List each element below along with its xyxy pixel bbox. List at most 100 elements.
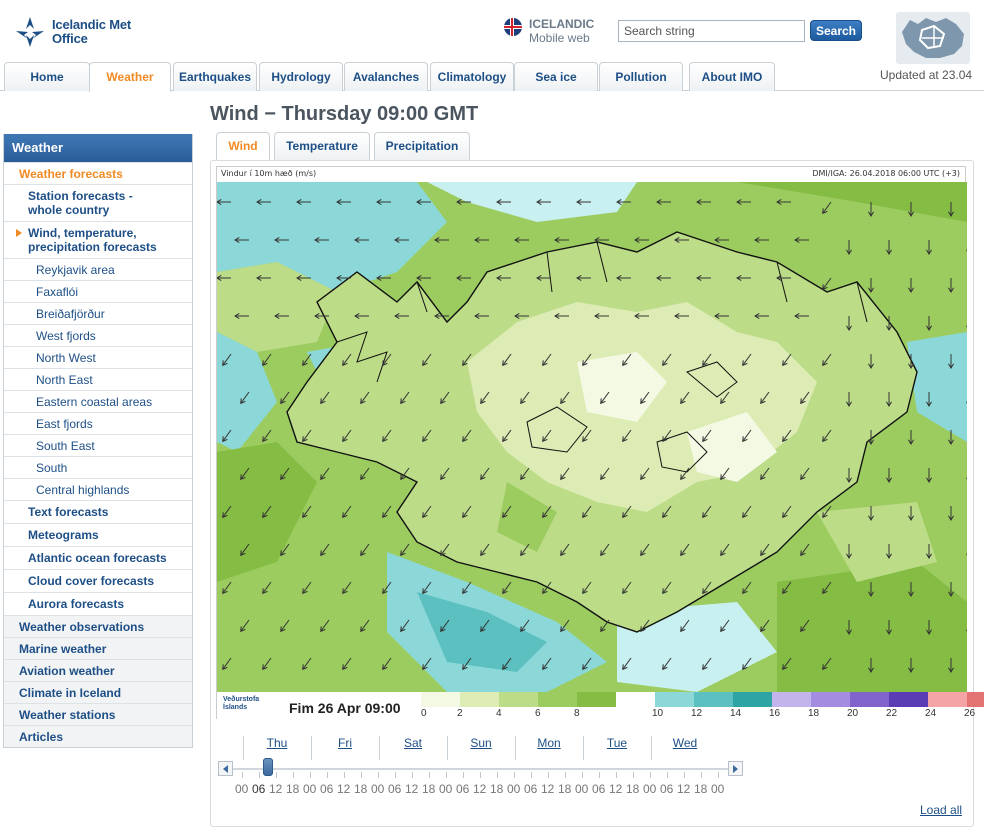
iceland-map-thumbnail[interactable] [896,12,970,64]
legend-swatch [655,692,694,707]
mobile-title: ICELANDIC [529,17,595,31]
timeline-hour-label[interactable]: 06 [388,782,401,796]
timeline-hour-label[interactable]: 18 [626,782,639,796]
timeline-hour-label[interactable]: 00 [439,782,452,796]
day-link-mon[interactable]: Mon [515,736,583,758]
sidebar-item-central-highlands[interactable]: Central highlands [4,478,192,500]
timeline-hour-label[interactable]: 12 [541,782,554,796]
sidebar-item-cloud-cover-forecasts[interactable]: Cloud cover forecasts [4,569,192,592]
timeline-hour-label[interactable]: 00 [507,782,520,796]
sidebar-item-atlantic-ocean-forecasts[interactable]: Atlantic ocean forecasts [4,546,192,569]
sidebar-list: Weather forecasts Station forecasts - who… [4,162,192,747]
timeline-hour-label[interactable]: 06 [660,782,673,796]
timeline-hour-label[interactable]: 00 [643,782,656,796]
sidebar-item-aviation-weather[interactable]: Aviation weather [4,659,192,681]
sidebar-item-eastern-coastal-areas[interactable]: Eastern coastal areas [4,390,192,412]
sidebar-item-weather-observations[interactable]: Weather observations [4,615,192,637]
sidebar-item-climate-in-iceland[interactable]: Climate in Iceland [4,681,192,703]
sidebar-item-faxafl-i[interactable]: Faxaflói [4,280,192,302]
timeline-hour-label[interactable]: 00 [303,782,316,796]
timeline-hour-label[interactable]: 00 [575,782,588,796]
timeline-hour-label[interactable]: 06 [252,782,265,796]
timeline-hour-label[interactable]: 12 [609,782,622,796]
sidebar-item-text-forecasts[interactable]: Text forecasts [4,500,192,523]
sidebar-item-wind-temperature-precipitation-forecasts[interactable]: Wind, temperature, precipitation forecas… [4,221,192,258]
sidebar-item-aurora-forecasts[interactable]: Aurora forecasts [4,592,192,615]
sidebar-item-weather-stations[interactable]: Weather stations [4,703,192,725]
sidebar-item-west-fjords[interactable]: West fjords [4,324,192,346]
timeline-hour-label[interactable]: 06 [456,782,469,796]
day-link-fri[interactable]: Fri [311,736,379,758]
sidebar-item-label: Weather forecasts [19,167,123,181]
timeline-tick [531,772,532,778]
timeline-hour-label[interactable]: 00 [371,782,384,796]
sidebar-item-marine-weather[interactable]: Marine weather [4,637,192,659]
day-link-sun[interactable]: Sun [447,736,515,758]
timeline-track[interactable] [230,768,738,770]
mobile-web-link[interactable]: ICELANDIC Mobile web [504,17,594,45]
timeline-hour-label[interactable]: 18 [490,782,503,796]
timeline-hour-label[interactable]: 18 [558,782,571,796]
load-all-link[interactable]: Load all [920,803,962,817]
tab-temperature[interactable]: Temperature [274,132,370,160]
legend-swatch [577,692,616,707]
timeline-hour-label[interactable]: 12 [269,782,282,796]
nav-avalanches[interactable]: Avalanches [344,62,428,91]
sidebar-item-south[interactable]: South [4,456,192,478]
timeline-hour-label[interactable]: 18 [694,782,707,796]
nav-hydrology[interactable]: Hydrology [259,62,343,91]
day-link-sat[interactable]: Sat [379,736,447,758]
timeline-next-button[interactable] [728,761,743,776]
arrow-right-icon [733,765,738,773]
sidebar-title: Weather [4,134,192,162]
timeline-hour-label[interactable]: 12 [473,782,486,796]
sidebar-item-label: Cloud cover forecasts [28,574,155,588]
day-link-wed[interactable]: Wed [651,736,719,758]
nav-about-imo[interactable]: About IMO [689,62,775,91]
timeline-tick [599,772,600,778]
legend-value: 22 [886,708,898,719]
sidebar-item-articles[interactable]: Articles [4,725,192,747]
timeline-hour-label[interactable]: 00 [711,782,724,796]
sidebar-item-label: South East [36,439,95,453]
nav-climatology[interactable]: Climatology [430,62,514,91]
timeline-slider-handle[interactable] [263,758,273,776]
search-input[interactable] [618,20,805,42]
legend-value: 8 [574,708,580,719]
nav-weather[interactable]: Weather [89,62,171,92]
tab-precipitation[interactable]: Precipitation [374,132,470,160]
wind-map[interactable]: Vindur í 10m hæð (m/s) DMI/IGA: 26.04.20… [216,166,984,720]
timeline-hour-label[interactable]: 06 [592,782,605,796]
forecast-timeline[interactable]: Thu Fri Sat Sun Mon Tue Wed 00 06 12 18 00 06 12 18 00… [216,736,746,806]
tab-wind[interactable]: Wind [216,132,270,161]
day-link-tue[interactable]: Tue [583,736,651,758]
nav-earthquakes[interactable]: Earthquakes [173,62,257,91]
timeline-tick [446,772,447,778]
nav-home[interactable]: Home [4,62,90,91]
timeline-prev-button[interactable] [218,761,233,776]
sidebar-item-meteograms[interactable]: Meteograms [4,523,192,546]
sidebar-item-north-west[interactable]: North West [4,346,192,368]
day-link-thu[interactable]: Thu [243,736,311,758]
sidebar-item-reykjavik-area[interactable]: Reykjavik area [4,258,192,280]
timeline-hour-label[interactable]: 06 [320,782,333,796]
timeline-hour-label[interactable]: 12 [405,782,418,796]
timeline-hour-label[interactable]: 06 [524,782,537,796]
sidebar-item-brei-afj-r-ur[interactable]: Breiðafjörður [4,302,192,324]
timeline-hour-label[interactable]: 18 [286,782,299,796]
timeline-hour-label[interactable]: 12 [337,782,350,796]
sidebar-item-south-east[interactable]: South East [4,434,192,456]
sidebar-item-weather-forecasts[interactable]: Weather forecasts [4,162,192,184]
nav-pollution[interactable]: Pollution [599,62,683,91]
search-button[interactable]: Search [810,20,862,41]
timeline-hour-label[interactable]: 12 [677,782,690,796]
timeline-hour-label[interactable]: 18 [422,782,435,796]
sidebar-item-station-forecasts-whole-country[interactable]: Station forecasts - whole country [4,184,192,221]
sidebar-item-north-east[interactable]: North East [4,368,192,390]
timeline-hour-label[interactable]: 18 [354,782,367,796]
sidebar-item-east-fjords[interactable]: East fjords [4,412,192,434]
nav-sea-ice[interactable]: Sea ice [514,62,598,91]
timeline-hour-label[interactable]: 00 [235,782,248,796]
sidebar-item-label: North East [36,373,93,387]
imo-logo[interactable]: Icelandic Met Office [12,12,142,52]
